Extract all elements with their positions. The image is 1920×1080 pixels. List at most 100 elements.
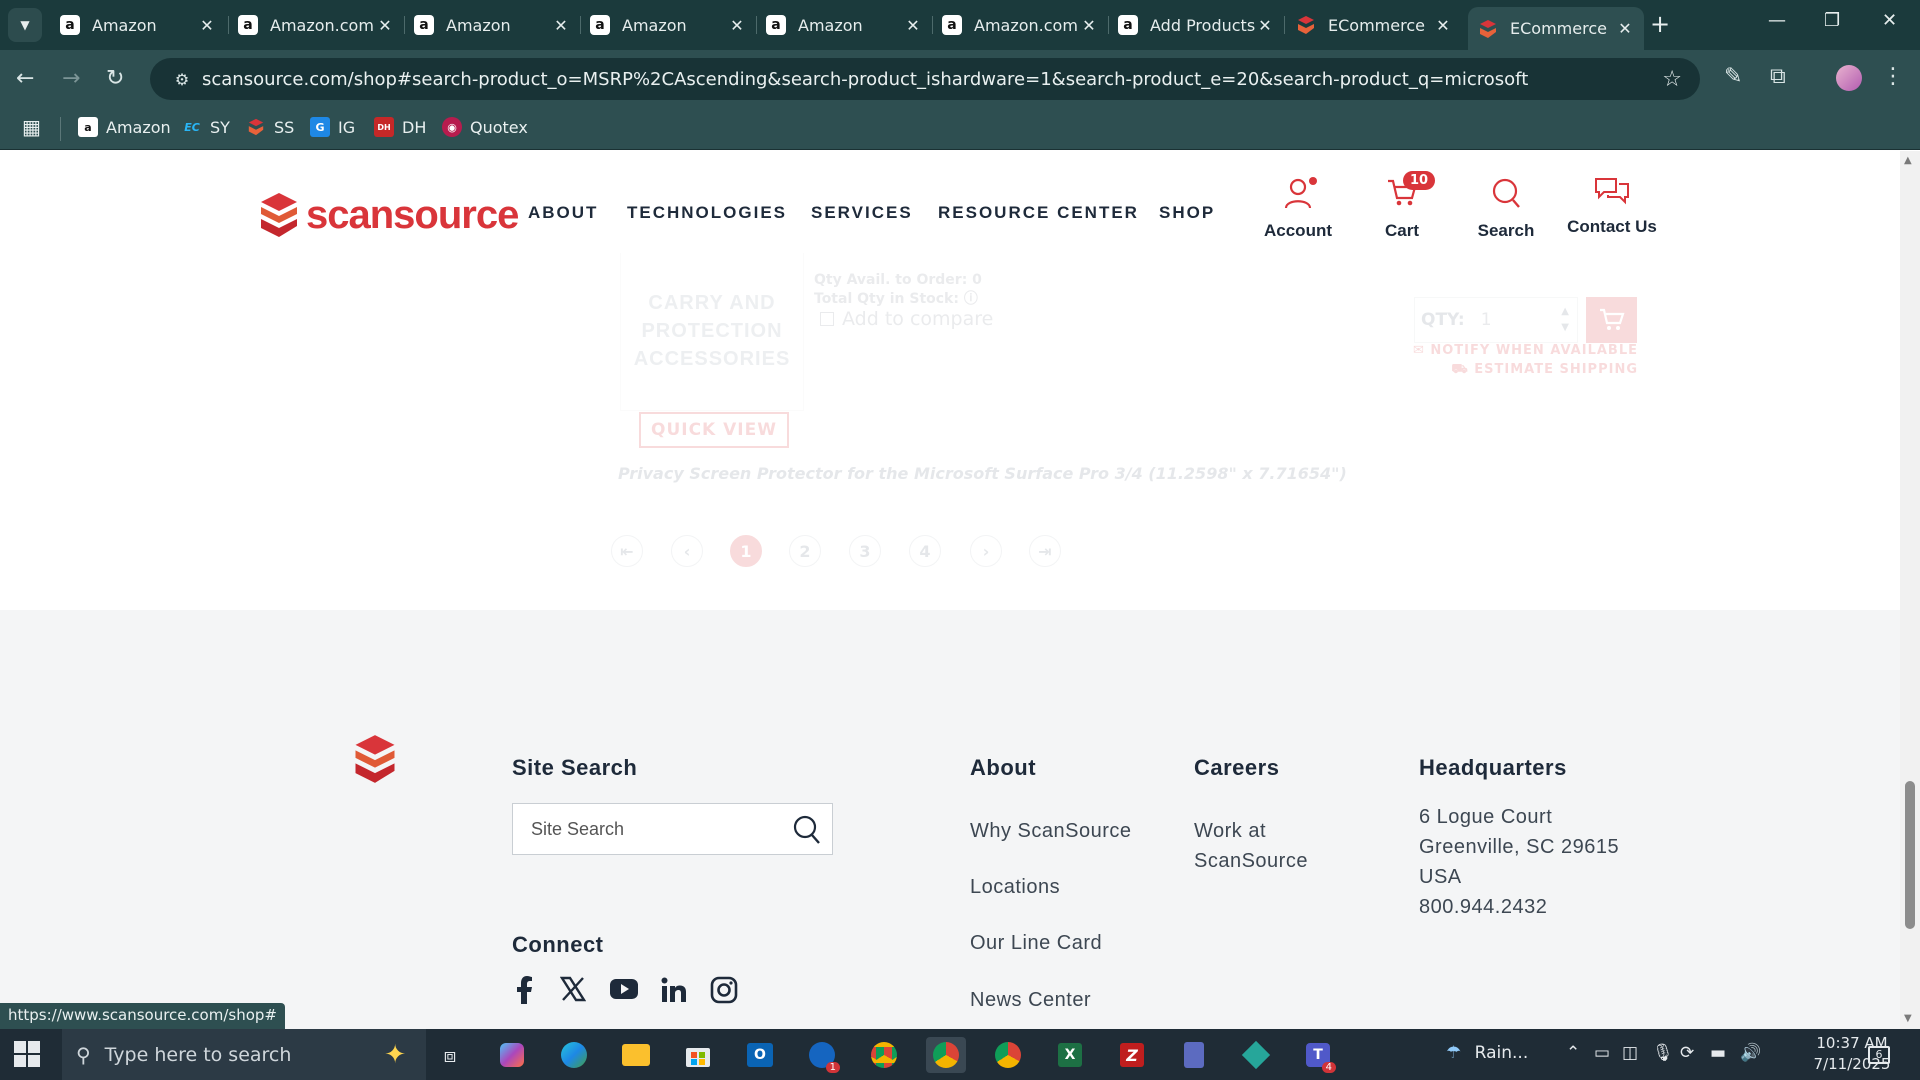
mail-calendar-icon[interactable]: 1: [802, 1037, 842, 1073]
notifications-icon[interactable]: 6: [1868, 1043, 1890, 1064]
pagination-next-button[interactable]: ›: [970, 535, 1002, 567]
weather-widget[interactable]: ☂ Rain...: [1446, 1043, 1528, 1063]
qty-arrows-icon[interactable]: ▲ ▼: [1561, 304, 1569, 336]
battery-icon[interactable]: ▬: [1710, 1043, 1726, 1063]
chrome-alt-icon[interactable]: [988, 1037, 1028, 1073]
browser-tab[interactable]: a Amazon ✕: [404, 7, 580, 43]
nav-technologies[interactable]: TECHNOLOGIES: [627, 203, 787, 223]
footer-link-line-card[interactable]: Our Line Card: [970, 928, 1102, 958]
footer-link-work-at-scansource[interactable]: Work at ScanSource: [1194, 816, 1344, 876]
site-info-icon[interactable]: ⚙: [162, 70, 202, 89]
window-close-icon[interactable]: ✕: [1882, 10, 1897, 31]
browser-tab[interactable]: a Add Products ✕: [1108, 7, 1284, 43]
linkedin-icon[interactable]: [660, 976, 688, 1008]
task-view-icon[interactable]: ⧈: [430, 1037, 470, 1073]
account-button[interactable]: Account: [1243, 171, 1353, 241]
nav-shop[interactable]: SHOP: [1159, 203, 1215, 223]
scroll-down-arrow-icon[interactable]: ▼: [1904, 1013, 1912, 1024]
file-explorer-icon[interactable]: [616, 1037, 656, 1073]
product-image-placeholder[interactable]: CARRY AND PROTECTION ACCESSORIES: [620, 251, 804, 411]
cart-button[interactable]: 10 Cart: [1347, 171, 1457, 241]
browser-tab[interactable]: a Amazon ✕: [50, 7, 226, 43]
footer-link-news-center[interactable]: News Center: [970, 985, 1091, 1015]
profile-avatar[interactable]: [1836, 65, 1862, 91]
estimate-shipping-link[interactable]: ⛟ ESTIMATE SHIPPING: [1408, 360, 1638, 379]
windows-start-icon[interactable]: [14, 1041, 40, 1067]
facebook-icon[interactable]: [514, 976, 534, 1008]
page-scrollbar[interactable]: ▲ ▼: [1900, 151, 1920, 1029]
back-icon[interactable]: ←: [16, 66, 34, 91]
menu-kebab-icon[interactable]: ⋮: [1882, 64, 1904, 89]
quantity-stepper[interactable]: QTY: 1 ▲ ▼: [1414, 297, 1578, 343]
browser-tab[interactable]: a Amazon.com ✕: [932, 7, 1108, 43]
info-icon[interactable]: ⓘ: [964, 291, 978, 307]
close-icon[interactable]: ✕: [198, 16, 216, 35]
tab-search-button[interactable]: ▼: [8, 8, 42, 42]
nav-resource-center[interactable]: RESOURCE CENTER: [938, 203, 1139, 223]
scroll-up-arrow-icon[interactable]: ▲: [1904, 155, 1912, 166]
browser-tab[interactable]: a Amazon.com ✕: [228, 7, 404, 43]
notify-when-available-link[interactable]: ✉ NOTIFY WHEN AVAILABLE: [1408, 341, 1638, 360]
minimize-icon[interactable]: —: [1768, 10, 1786, 31]
app-diamond-icon[interactable]: [1236, 1037, 1276, 1073]
bookmark-sy[interactable]: EC SY: [182, 117, 230, 137]
bookmark-star-icon[interactable]: ☆: [1662, 67, 1682, 92]
close-icon[interactable]: ✕: [1434, 16, 1452, 35]
scrollbar-thumb[interactable]: [1905, 781, 1915, 929]
apps-grid-icon[interactable]: ▦: [22, 115, 41, 139]
browser-tab-active[interactable]: ECommerce ✕: [1468, 7, 1644, 50]
bookmark-amazon[interactable]: a Amazon: [78, 117, 171, 137]
nav-about[interactable]: ABOUT: [528, 203, 598, 223]
calculator-icon[interactable]: [1174, 1037, 1214, 1073]
pagination-prev-button[interactable]: ‹: [671, 535, 703, 567]
close-icon[interactable]: ✕: [1080, 16, 1098, 35]
scansource-logo[interactable]: scansource: [258, 191, 519, 239]
close-icon[interactable]: ✕: [904, 16, 922, 35]
edge-icon[interactable]: [554, 1037, 594, 1073]
instagram-icon[interactable]: [710, 976, 738, 1008]
taskbar-search-box[interactable]: ⚲ Type here to search ✦: [62, 1029, 426, 1080]
volume-icon[interactable]: 🔊: [1740, 1043, 1761, 1063]
search-button[interactable]: Search: [1451, 171, 1561, 241]
reload-icon[interactable]: ↻: [106, 66, 124, 91]
copilot-icon[interactable]: [492, 1037, 532, 1073]
youtube-icon[interactable]: [609, 976, 639, 1006]
extension-icon[interactable]: ✎: [1724, 64, 1742, 89]
compare-checkbox[interactable]: [820, 312, 834, 326]
pagination-page-1[interactable]: 1: [730, 535, 762, 567]
product-description[interactable]: Privacy Screen Protector for the Microso…: [618, 464, 1347, 483]
footer-logo[interactable]: [352, 733, 398, 789]
add-to-cart-button[interactable]: [1586, 297, 1637, 343]
extensions-puzzle-icon[interactable]: ⧉: [1770, 64, 1786, 89]
new-tab-button[interactable]: +: [1650, 10, 1670, 38]
bookmark-quotex[interactable]: ◉ Quotex: [442, 117, 528, 137]
bookmark-dh[interactable]: DH DH: [374, 117, 426, 137]
bookmark-ig[interactable]: G IG: [310, 117, 355, 137]
restore-icon[interactable]: ❐: [1824, 10, 1840, 31]
footer-search-button[interactable]: [792, 814, 822, 850]
pagination-page-3[interactable]: 3: [849, 535, 881, 567]
footer-link-locations[interactable]: Locations: [970, 872, 1060, 902]
pagination-page-4[interactable]: 4: [909, 535, 941, 567]
contact-us-button[interactable]: Contact Us: [1557, 171, 1667, 237]
chrome-profile-icon[interactable]: [926, 1037, 966, 1073]
meet-now-icon[interactable]: ◫: [1622, 1043, 1638, 1063]
microphone-icon[interactable]: 🎙: [1652, 1043, 1674, 1063]
pagination-page-2[interactable]: 2: [789, 535, 821, 567]
filezilla-icon[interactable]: Z: [1112, 1037, 1152, 1073]
microsoft-store-icon[interactable]: [678, 1037, 718, 1073]
nav-services[interactable]: SERVICES: [811, 203, 913, 223]
show-hidden-icons-chevron-icon[interactable]: ⌃: [1566, 1043, 1580, 1063]
close-icon[interactable]: ✕: [1616, 19, 1634, 38]
bookmark-ss[interactable]: SS: [246, 117, 294, 137]
pagination-last-button[interactable]: ⇥: [1029, 535, 1061, 567]
close-icon[interactable]: ✕: [728, 16, 746, 35]
browser-tab[interactable]: ECommerce ✕: [1286, 7, 1462, 43]
chrome-icon[interactable]: [864, 1037, 904, 1073]
browser-tab[interactable]: a Amazon ✕: [580, 7, 756, 43]
footer-link-why-scansource[interactable]: Why ScanSource: [970, 816, 1132, 846]
outlook-icon[interactable]: O: [740, 1037, 780, 1073]
network-display-icon[interactable]: ▭: [1594, 1043, 1610, 1063]
x-twitter-icon[interactable]: [559, 976, 587, 1006]
quick-view-button[interactable]: QUICK VIEW: [639, 412, 789, 448]
